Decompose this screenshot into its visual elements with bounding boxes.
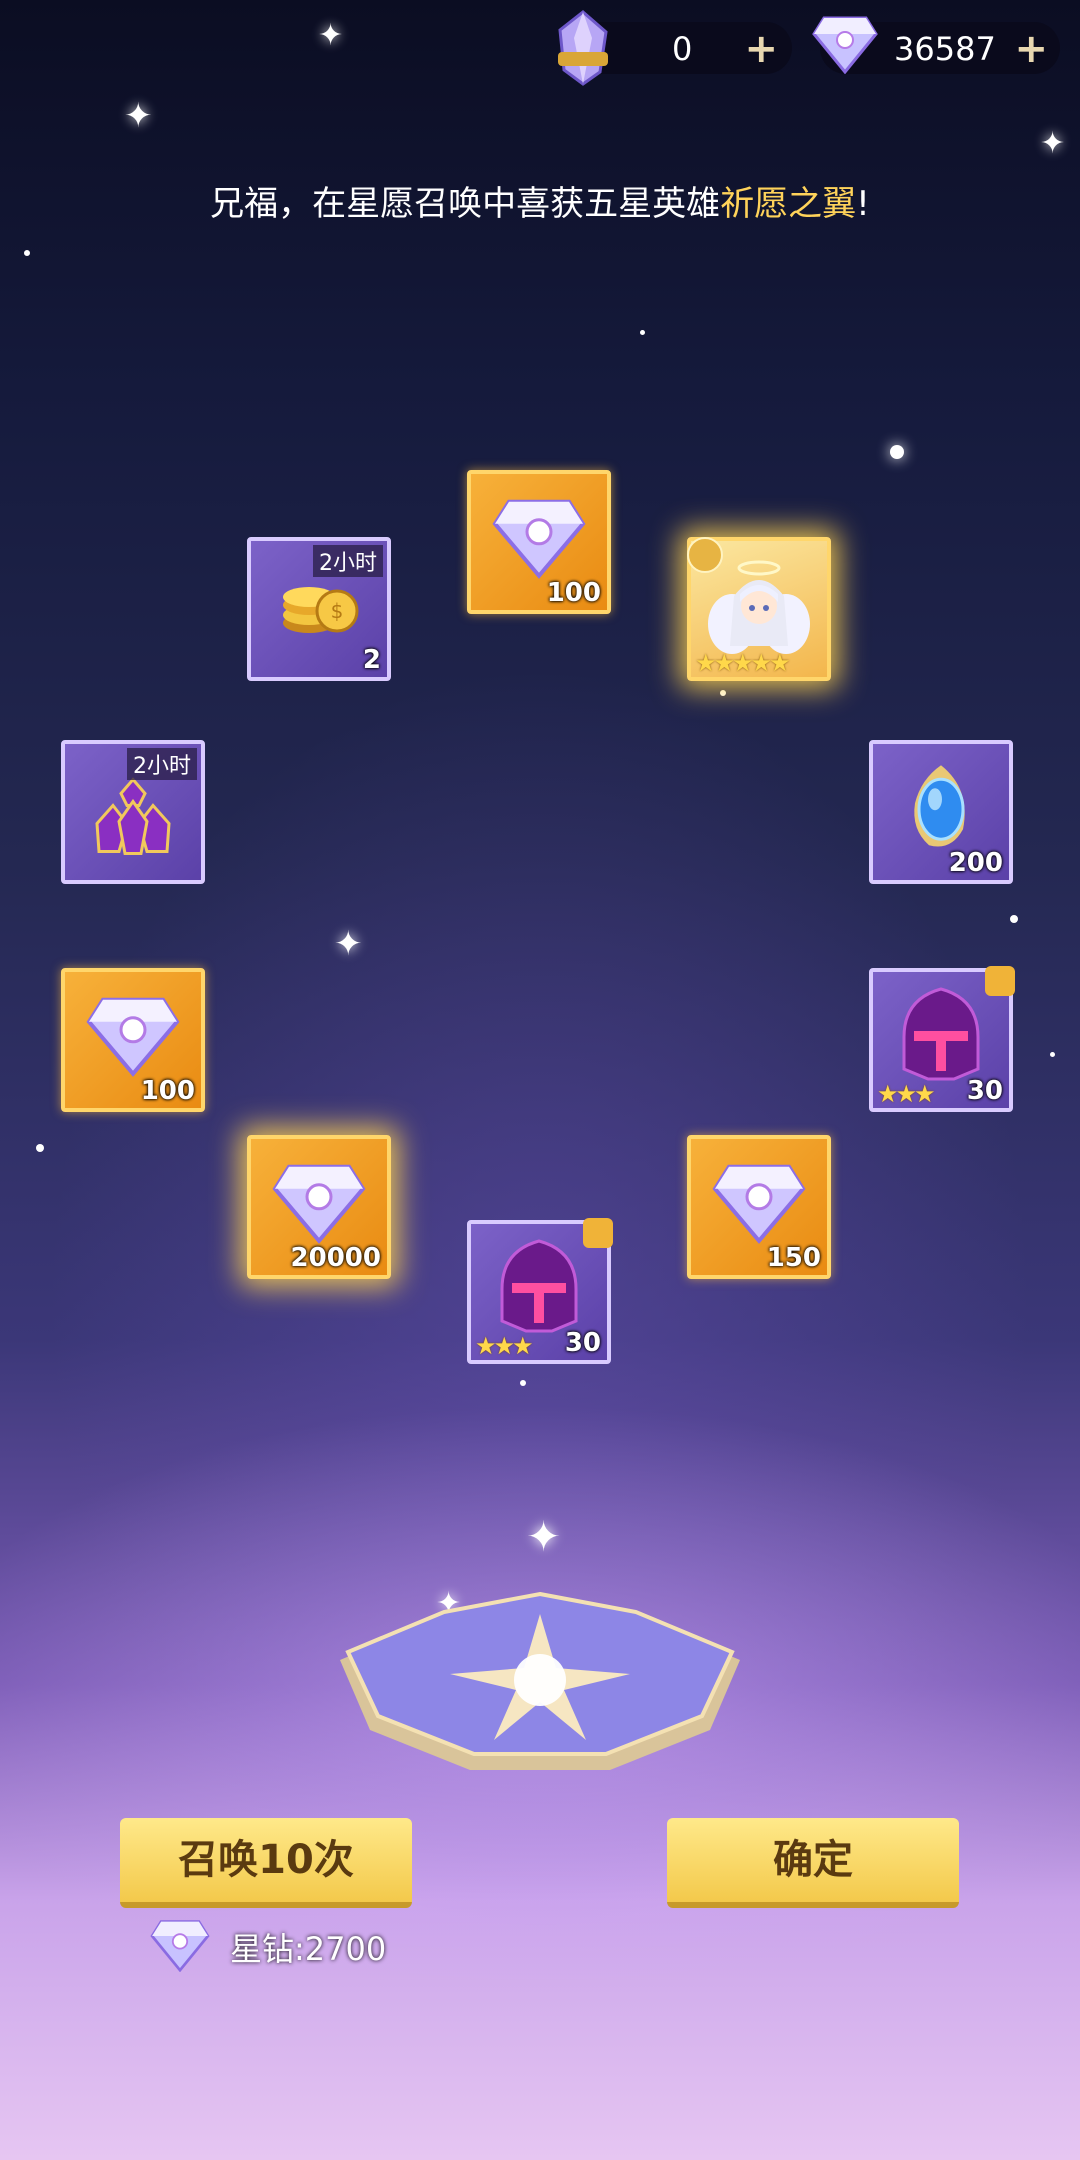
announcement-text: 兄福，在星愿召唤中喜获五星英雄 [210, 184, 721, 224]
reward-count: 100 [546, 578, 601, 608]
sparkle-icon: ✦ [318, 18, 344, 53]
star-diamond-icon [150, 1920, 210, 1972]
background-star [520, 1380, 526, 1386]
add-ticket-button[interactable]: + [744, 26, 778, 72]
helmet-fragment-icon [500, 1239, 578, 1333]
background-star [640, 330, 645, 335]
reward-tile[interactable]: ★★★ 30 [467, 1218, 613, 1364]
fragment-badge-icon [583, 1218, 613, 1248]
summon-platform [340, 1591, 740, 1770]
confirm-button[interactable]: 确定 [667, 1818, 959, 1908]
fragment-badge-icon [985, 966, 1015, 996]
background-star [36, 1144, 44, 1152]
background-star [24, 250, 30, 256]
blue-gem-icon [914, 765, 965, 847]
hero-name: 祈愿之翼 [720, 184, 857, 224]
sparkle-icon: ✦ [526, 1512, 562, 1561]
ticket-count: 0 [672, 30, 693, 68]
summon-10-button[interactable]: 召唤10次 [120, 1818, 412, 1908]
background-star [1010, 915, 1018, 923]
star-diamond-icon [86, 997, 180, 1077]
sparkle-icon: ✦ [334, 924, 363, 964]
reward-tile[interactable]: $ 2小时 2 [247, 537, 391, 681]
hero-class-badge [687, 537, 723, 573]
svg-text:$: $ [331, 599, 344, 623]
star-rating: ★★★ [475, 1332, 534, 1360]
star-diamond-icon [812, 16, 878, 74]
reward-count: 150 [766, 1243, 821, 1273]
reward-tile[interactable]: 200 [869, 740, 1013, 884]
reward-tile[interactable]: 2小时 [61, 740, 205, 884]
background-star [1050, 1052, 1055, 1057]
diamond-count: 36587 [894, 30, 996, 68]
reward-tile[interactable]: 100 [467, 470, 611, 614]
potion-bottles-icon [95, 777, 171, 855]
background-star [720, 690, 726, 696]
hero-reward-tile[interactable]: ★★★★★ [687, 537, 831, 681]
star-rating: ★★★ [877, 1080, 936, 1108]
angel-hero-portrait [708, 560, 810, 654]
reward-tile[interactable]: ★★★ 30 [869, 966, 1015, 1112]
sparkle-icon: ✦ [124, 96, 153, 136]
background-star [890, 445, 904, 459]
helmet-fragment-icon [902, 987, 980, 1081]
add-diamond-button[interactable]: + [1014, 26, 1048, 72]
star-diamond-icon [272, 1164, 366, 1244]
gold-coins-icon: $ [283, 587, 359, 633]
summon-announcement: 兄福，在星愿召唤中喜获五星英雄祈愿之翼! [0, 176, 1080, 225]
reward-tile[interactable]: 150 [687, 1135, 831, 1279]
star-diamond-icon [712, 1164, 806, 1244]
reward-tile[interactable]: 20000 [247, 1135, 391, 1279]
reward-tile[interactable]: 100 [61, 968, 205, 1112]
sparkle-icon: ✦ [1040, 126, 1066, 161]
reward-count: 200 [948, 848, 1003, 878]
summon-crystal-icon [558, 10, 608, 86]
duration-label: 2小时 [313, 545, 383, 577]
reward-count: 30 [966, 1076, 1003, 1106]
cost-label: 星钻:2700 [230, 1930, 387, 1968]
duration-label: 2小时 [127, 748, 197, 780]
reward-count: 2 [362, 645, 381, 675]
star-rating: ★★★★★ [695, 649, 791, 677]
reward-count: 100 [140, 1076, 195, 1106]
star-diamond-icon [492, 499, 586, 579]
announcement-suffix: ! [856, 184, 870, 224]
reward-count: 20000 [290, 1243, 381, 1273]
reward-count: 30 [564, 1328, 601, 1358]
